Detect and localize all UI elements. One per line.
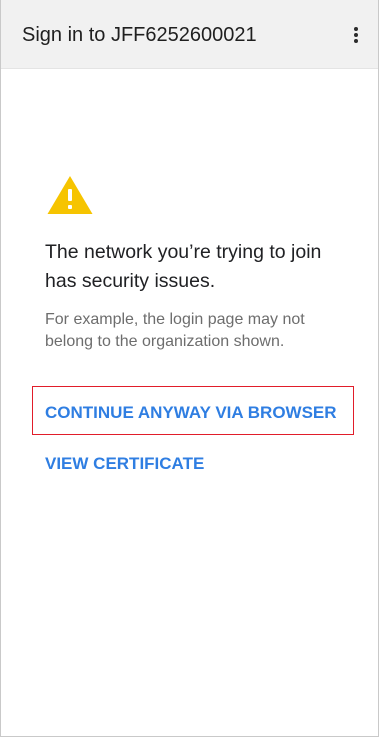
page-title: Sign in to JFF6252600021: [22, 24, 257, 46]
overflow-menu-button[interactable]: [334, 13, 378, 57]
overflow-dot-middle: [354, 33, 358, 37]
warning-exclamation-line: [68, 189, 72, 201]
overflow-dot-bottom: [354, 39, 358, 43]
overflow-dot-top: [354, 27, 358, 31]
captive-portal-screen: Sign in to JFF6252600021 The network you…: [0, 0, 379, 737]
security-warning-title: The network you’re trying to join has se…: [45, 241, 322, 292]
warning-triangle-icon: [47, 176, 93, 214]
warning-exclamation-dot: [68, 205, 72, 209]
app-bar: Sign in to JFF6252600021: [1, 0, 378, 69]
view-certificate-button[interactable]: VIEW CERTIFICATE: [45, 453, 204, 475]
continue-anyway-via-browser-button[interactable]: CONTINUE ANYWAY VIA BROWSER: [45, 402, 337, 424]
more-vertical-icon: [354, 27, 358, 43]
security-warning-description: For example, the login page may not belo…: [45, 311, 305, 350]
